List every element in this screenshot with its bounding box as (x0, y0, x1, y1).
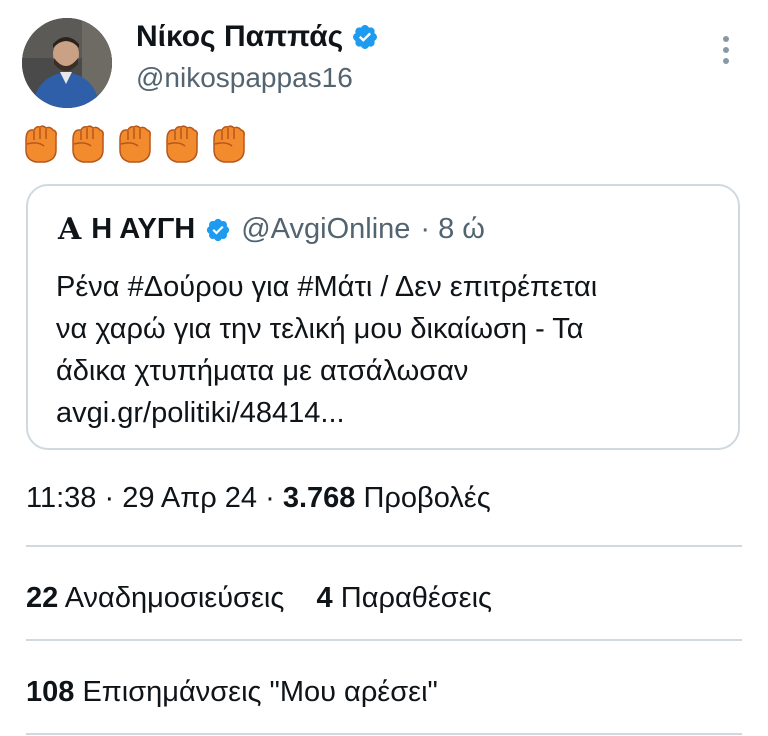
author-handle[interactable]: @nikospappas16 (136, 62, 353, 94)
views-label: Προβολές (355, 482, 491, 514)
quoted-tweet-handle: @AvgiOnline (241, 213, 411, 245)
likes-label: Επισημάνσεις "Μου αρέσει" (82, 676, 438, 708)
author-name[interactable]: Νίκος Παππάς (136, 20, 379, 54)
raised-fist-icon (213, 125, 245, 163)
quoted-tweet-author-name: Η ΑΥΓΗ (91, 213, 196, 245)
raised-fist-icon (119, 125, 151, 163)
quotes-stat[interactable]: 4 Παραθέσεις (317, 582, 492, 614)
views-count: 3.768 (282, 482, 356, 514)
quoted-tweet-time: · 8 ώ (420, 213, 485, 245)
raised-fist-icon (72, 125, 104, 163)
quotes-count: 4 (316, 582, 333, 614)
more-dot-icon (723, 47, 729, 53)
quoted-tweet-line: Ρένα #Δούρου για #Μάτι / Δεν επιτρέπεται (56, 271, 598, 303)
divider (26, 545, 742, 547)
raised-fist-icon (25, 125, 57, 163)
reposts-label: Αναδημοσιεύσεις (64, 582, 285, 614)
divider (26, 639, 742, 641)
reposts-stat[interactable]: 22 Αναδημοσιεύσεις (26, 582, 284, 614)
engagement-stats: 22 Αναδημοσιεύσεις 4 Παραθέσεις (26, 582, 492, 615)
more-options-button[interactable] (708, 32, 744, 68)
verified-badge-icon (207, 218, 230, 241)
avatar-image (22, 18, 112, 108)
more-dot-icon (723, 58, 729, 64)
quoted-tweet-line: να χαρώ για την τελική μου δικαίωση - Τα (56, 313, 584, 345)
reposts-count: 22 (26, 582, 59, 614)
quoted-tweet-link[interactable]: avgi.gr/politiki/48414... (56, 392, 716, 434)
author-name-text: Νίκος Παππάς (136, 20, 344, 53)
quoted-tweet-text: Ρένα #Δούρου για #Μάτι / Δεν επιτρέπεται… (56, 266, 716, 434)
quoted-tweet-line: άδικα χτυπήματα με ατσάλωσαν (56, 355, 469, 387)
quoted-tweet-header: Α Η ΑΥΓΗ @AvgiOnline · 8 ώ (58, 212, 485, 247)
avatar[interactable] (22, 18, 112, 108)
quoted-tweet-card[interactable]: Α Η ΑΥΓΗ @AvgiOnline · 8 ώ Ρένα #Δούρου … (26, 184, 740, 450)
tweet-datetime[interactable]: 11:38 · 29 Απρ 24 · (26, 482, 283, 514)
tweet-meta: 11:38 · 29 Απρ 24 · 3.768 Προβολές (26, 482, 491, 515)
likes-count: 108 (26, 676, 75, 708)
more-dot-icon (723, 36, 729, 42)
raised-fist-icon (166, 125, 198, 163)
likes-stat[interactable]: 108 Επισημάνσεις "Μου αρέσει" (26, 676, 438, 708)
tweet-text (18, 122, 250, 166)
divider (26, 733, 742, 735)
verified-badge-icon (353, 25, 378, 49)
quotes-label: Παραθέσεις (340, 582, 493, 614)
likes-stats: 108 Επισημάνσεις "Μου αρέσει" (26, 676, 438, 709)
quoted-tweet-logo: Α (58, 212, 82, 247)
